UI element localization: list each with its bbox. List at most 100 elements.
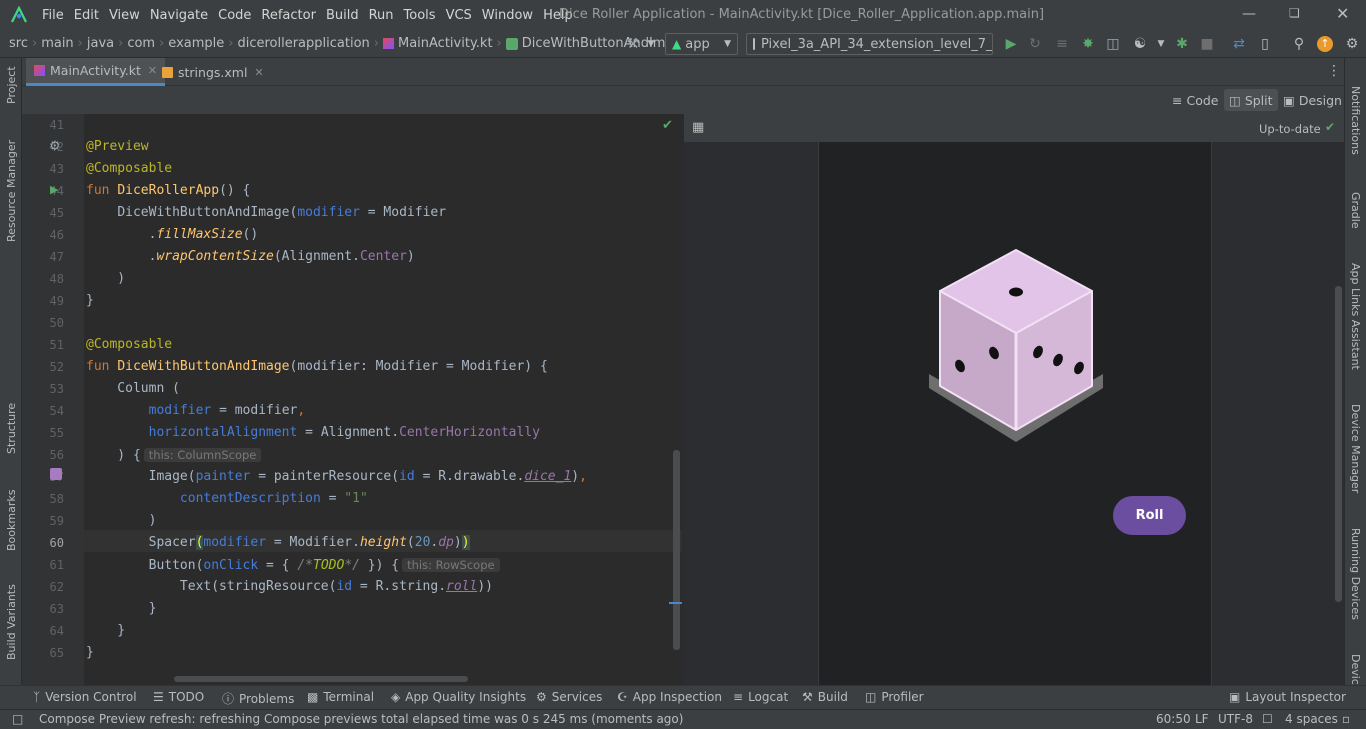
line-number[interactable]: 53 xyxy=(22,378,64,400)
code-line[interactable]: Text(stringResource(id = R.string.roll)) xyxy=(86,576,493,598)
code-line[interactable]: horizontalAlignment = Alignment.CenterHo… xyxy=(86,422,540,444)
profile-icon[interactable]: ◫ xyxy=(1104,35,1122,53)
attach-debugger-icon[interactable]: ☯ xyxy=(1131,35,1149,53)
code-line[interactable]: .fillMaxSize() xyxy=(86,224,259,246)
device-manager-icon[interactable]: ▯ xyxy=(1256,35,1274,53)
run-icon[interactable]: ▶ xyxy=(1002,35,1020,53)
code-line[interactable]: @Composable xyxy=(86,334,172,356)
tool-todo[interactable]: ☰ TODO xyxy=(153,690,204,704)
tool-structure[interactable]: Structure xyxy=(5,403,18,454)
line-number[interactable]: 62 xyxy=(22,576,64,598)
design-mode-button[interactable]: ▣ Design xyxy=(1278,89,1347,111)
code-line[interactable]: modifier = modifier, xyxy=(86,400,306,422)
build-dropdown-icon[interactable]: ▼ xyxy=(642,35,660,53)
line-number[interactable]: 55 xyxy=(22,422,64,444)
menu-run[interactable]: Run xyxy=(364,8,399,23)
tool-project[interactable]: Project xyxy=(5,66,18,104)
code-mode-button[interactable]: ≡ Code xyxy=(1167,89,1224,111)
breadcrumb-src[interactable]: src xyxy=(6,36,31,51)
breadcrumb-example[interactable]: example xyxy=(165,36,227,51)
code-line[interactable]: } xyxy=(86,642,94,664)
menu-navigate[interactable]: Navigate xyxy=(145,8,213,23)
preview-settings-gear-icon[interactable]: ⚙ xyxy=(49,139,61,154)
line-number[interactable]: 59 xyxy=(22,510,64,532)
line-number[interactable]: 47 xyxy=(22,246,64,268)
menu-refactor[interactable]: Refactor xyxy=(256,8,321,23)
line-number[interactable]: 52 xyxy=(22,356,64,378)
restore-icon[interactable]: ❏ xyxy=(1289,6,1300,20)
tool-running-devices[interactable]: Running Devices xyxy=(1349,528,1362,620)
code-line[interactable]: ) xyxy=(86,268,125,290)
tool-profiler[interactable]: ◫ Profiler xyxy=(865,690,924,704)
code-line[interactable]: Button(onClick = { /*TODO*/ }) {this: Ro… xyxy=(86,554,500,576)
device-select[interactable]: Pixel_3a_API_34_extension_level_7_x86... xyxy=(746,33,993,55)
apply-code-changes-icon[interactable]: ≡ xyxy=(1053,35,1071,53)
horizontal-scrollbar[interactable] xyxy=(174,676,468,682)
line-number[interactable]: 65 xyxy=(22,642,64,664)
code-line[interactable]: Image(painter = painterResource(id = R.d… xyxy=(86,466,587,488)
line-number[interactable]: 64 xyxy=(22,620,64,642)
line-number[interactable]: 41 xyxy=(22,114,64,136)
line-number[interactable]: 48 xyxy=(22,268,64,290)
tool-build[interactable]: ⚒ Build xyxy=(802,690,848,704)
tool-services[interactable]: ⚙ Services xyxy=(536,690,602,704)
run-config-select[interactable]: ▲ app ▼ xyxy=(665,33,738,55)
split-mode-button[interactable]: ◫ Split xyxy=(1224,89,1278,111)
menu-vcs[interactable]: VCS xyxy=(441,8,477,23)
status-message[interactable]: Compose Preview refresh: refreshing Comp… xyxy=(39,712,683,726)
line-number[interactable]: 50 xyxy=(22,312,64,334)
lock-icon[interactable]: ☐ xyxy=(1262,712,1273,726)
line-number[interactable]: 56 xyxy=(22,444,64,466)
memory-indicator-icon[interactable]: ▫ xyxy=(1342,712,1350,726)
tool-resource-manager[interactable]: Resource Manager xyxy=(5,140,18,242)
tool-logcat[interactable]: ≡ Logcat xyxy=(733,690,788,704)
search-icon[interactable]: ⚲ xyxy=(1290,35,1308,53)
menu-edit[interactable]: Edit xyxy=(69,8,104,23)
breadcrumb-main[interactable]: main xyxy=(38,36,76,51)
tool-version-control[interactable]: ᛉ Version Control xyxy=(33,690,137,704)
menu-tools[interactable]: Tools xyxy=(399,8,441,23)
line-number[interactable]: 58 xyxy=(22,488,64,510)
tool-app-inspection[interactable]: ☪ App Inspection xyxy=(617,690,722,704)
tool-gradle[interactable]: Gradle xyxy=(1349,192,1362,229)
toggle-tool-windows-icon[interactable]: □ xyxy=(12,712,23,726)
sync-gradle-icon[interactable]: ⇄ xyxy=(1230,35,1248,53)
run-preview-icon[interactable]: ▶ xyxy=(50,183,58,196)
code-line[interactable]: contentDescription = "1" xyxy=(86,488,368,510)
line-number[interactable]: 51 xyxy=(22,334,64,356)
code-line[interactable]: fun DiceRollerApp() { xyxy=(86,180,250,202)
minimize-icon[interactable]: — xyxy=(1242,6,1256,22)
breadcrumb-com[interactable]: com xyxy=(124,36,158,51)
code-line[interactable]: ) xyxy=(86,510,157,532)
breadcrumb-java[interactable]: java xyxy=(84,36,117,51)
code-line[interactable]: DiceWithButtonAndImage(modifier = Modifi… xyxy=(86,202,446,224)
close-window-icon[interactable]: ✕ xyxy=(1336,4,1349,23)
tab-strings-xml[interactable]: strings.xml ✕ xyxy=(154,58,272,86)
editor-scrollbar[interactable] xyxy=(673,450,680,650)
line-number[interactable]: 60 xyxy=(22,532,64,554)
line-number[interactable]: 43 xyxy=(22,158,64,180)
code-line[interactable]: } xyxy=(86,290,94,312)
code-line[interactable]: Spacer(modifier = Modifier.height(20.dp)… xyxy=(86,532,470,554)
code-line[interactable]: Column ( xyxy=(86,378,180,400)
image-resource-icon[interactable] xyxy=(50,468,62,480)
code-line[interactable]: fun DiceWithButtonAndImage(modifier: Mod… xyxy=(86,356,548,378)
code-line[interactable]: @Composable xyxy=(86,158,172,180)
tool-bookmarks[interactable]: Bookmarks xyxy=(5,490,18,551)
tool-notifications[interactable]: Notifications xyxy=(1349,86,1362,155)
preview-layout-icon[interactable]: ▦ xyxy=(692,120,704,135)
menu-file[interactable]: File xyxy=(37,8,69,23)
code-line[interactable]: } xyxy=(86,598,157,620)
update-icon[interactable]: ↑ xyxy=(1316,35,1334,53)
line-number[interactable]: 54 xyxy=(22,400,64,422)
more-tabs-icon[interactable]: ⋮ xyxy=(1327,63,1341,79)
hammer-build-icon[interactable]: ⚒ xyxy=(624,35,642,53)
no-problems-check-icon[interactable]: ✔ xyxy=(662,118,673,133)
roll-button[interactable]: Roll xyxy=(1113,496,1186,535)
settings-icon[interactable]: ⚙ xyxy=(1343,35,1361,53)
code-line[interactable]: .wrapContentSize(Alignment.Center) xyxy=(86,246,415,268)
line-number[interactable]: 63 xyxy=(22,598,64,620)
code-line[interactable]: } xyxy=(86,620,125,642)
tab-mainactivity[interactable]: MainActivity.kt ✕ xyxy=(26,58,166,86)
attach-dropdown-icon[interactable]: ▼ xyxy=(1152,35,1170,53)
